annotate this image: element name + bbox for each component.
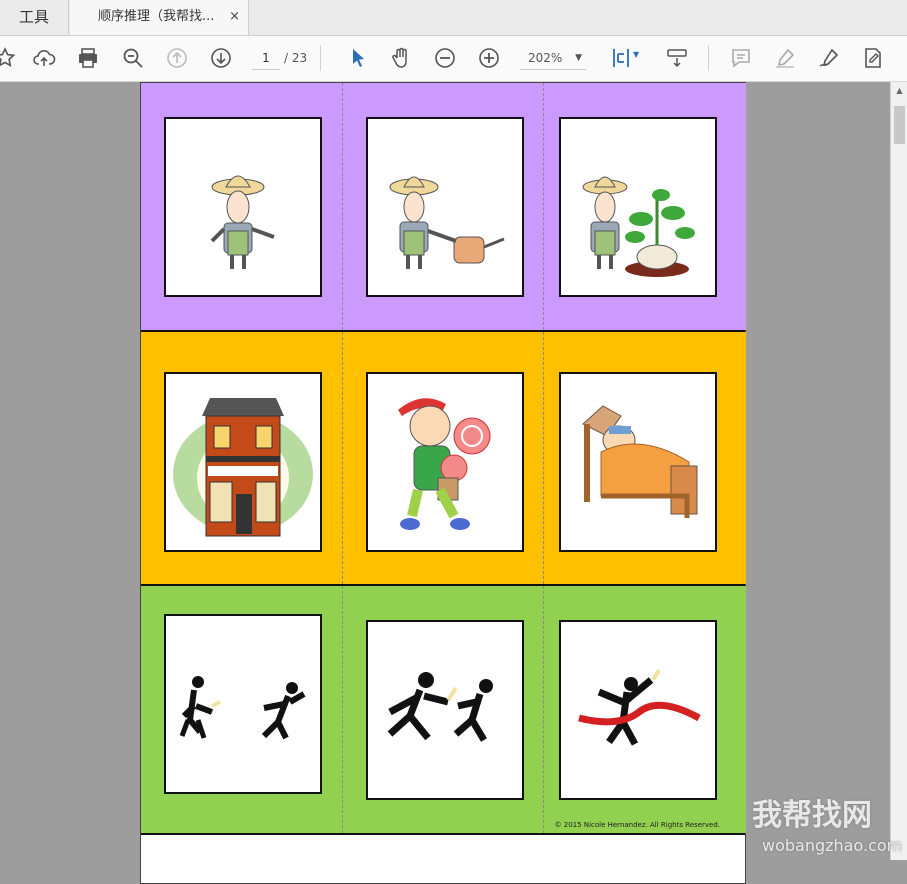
sequence-card-runners-start bbox=[164, 614, 322, 794]
sequence-card-candy-shop bbox=[164, 372, 322, 552]
farmer-plant-illustration bbox=[582, 176, 695, 277]
card-row-race: © 2015 Nicole Hernandez. All Rights Rese… bbox=[141, 586, 746, 835]
tab-document[interactable]: 顺序推理（我帮找... × bbox=[70, 0, 249, 35]
toolbar: 1 / 23 202% ▼ ▼ bbox=[0, 36, 907, 82]
page-count: / 23 bbox=[284, 51, 308, 65]
scroll-up-icon[interactable]: ▲ bbox=[891, 82, 907, 99]
next-page-icon[interactable] bbox=[208, 45, 234, 71]
candy-shop-illustration bbox=[173, 398, 313, 537]
cell bbox=[342, 83, 544, 330]
card-row-farmer bbox=[141, 83, 746, 332]
page-number-input[interactable]: 1 bbox=[252, 47, 280, 70]
sequence-card-sick-boy-in-bed bbox=[559, 372, 717, 552]
tab-tools[interactable]: 工具 bbox=[0, 0, 69, 35]
cell bbox=[543, 332, 746, 584]
bookmark-star-icon[interactable] bbox=[0, 45, 18, 71]
zoom-in-icon[interactable] bbox=[476, 45, 502, 71]
scrollbar-thumb[interactable] bbox=[894, 106, 905, 144]
zoom-value: 202% bbox=[528, 51, 563, 65]
cell: © 2015 Nicole Hernandez. All Rights Rese… bbox=[543, 586, 746, 833]
chevron-down-icon: ▼ bbox=[575, 53, 582, 63]
sick-boy-illustration bbox=[582, 405, 698, 518]
tab-bar: 工具 顺序推理（我帮找... × bbox=[0, 0, 907, 36]
farmer-standing-illustration bbox=[210, 175, 275, 269]
runners-baton-illustration bbox=[387, 672, 493, 742]
document-tab-title: 顺序推理（我帮找... bbox=[98, 9, 215, 24]
cell bbox=[342, 586, 544, 833]
scroll-mode-icon[interactable] bbox=[664, 45, 690, 71]
sequence-card-runners-baton bbox=[366, 620, 524, 800]
card-row-candy bbox=[141, 332, 746, 586]
tab-tools-label: 工具 bbox=[18, 8, 49, 26]
cell bbox=[543, 83, 746, 330]
pdf-page: © 2015 Nicole Hernandez. All Rights Rese… bbox=[140, 82, 746, 884]
copyright-text: © 2015 Nicole Hernandez. All Rights Rese… bbox=[554, 821, 720, 829]
runner-finish-illustration bbox=[578, 668, 701, 746]
print-icon[interactable] bbox=[75, 45, 101, 71]
toolbar-divider bbox=[320, 45, 321, 71]
close-tab-button[interactable]: × bbox=[229, 0, 240, 34]
cell bbox=[141, 332, 342, 584]
sequence-card-farmer-standing bbox=[164, 117, 322, 297]
sequence-card-runner-finish bbox=[559, 620, 717, 800]
hand-tool-icon[interactable] bbox=[388, 45, 414, 71]
sequence-card-farmer-plant-grown bbox=[559, 117, 717, 297]
vertical-scrollbar[interactable]: ▲ bbox=[890, 82, 907, 860]
watermark: 我帮找网 wobangzhao.com bbox=[752, 790, 907, 860]
zoom-select[interactable]: 202% ▼ bbox=[520, 47, 586, 70]
farmer-watering-illustration bbox=[389, 176, 505, 269]
sign-icon[interactable] bbox=[816, 45, 842, 71]
watermark-logo: 我帮找网 bbox=[752, 798, 872, 833]
select-cursor-icon[interactable] bbox=[345, 45, 371, 71]
fit-page-dropdown-icon[interactable]: ▼ bbox=[633, 50, 639, 59]
comment-icon[interactable] bbox=[728, 45, 754, 71]
previous-page-icon[interactable] bbox=[164, 45, 190, 71]
sequence-card-boy-with-lollipops bbox=[366, 372, 524, 552]
cell bbox=[141, 586, 342, 833]
watermark-site: wobangzhao.com bbox=[762, 836, 903, 855]
cell bbox=[342, 332, 544, 584]
zoom-out-icon[interactable] bbox=[432, 45, 458, 71]
toolbar-divider bbox=[708, 45, 709, 71]
fit-page-icon[interactable] bbox=[608, 45, 634, 71]
edit-pdf-icon[interactable] bbox=[860, 45, 886, 71]
search-zoom-icon[interactable] bbox=[120, 45, 146, 71]
cell bbox=[141, 83, 342, 330]
sequence-card-farmer-watering bbox=[366, 117, 524, 297]
boy-lollipops-illustration bbox=[398, 398, 491, 530]
highlight-icon[interactable] bbox=[772, 45, 798, 71]
upload-cloud-icon[interactable] bbox=[31, 45, 57, 71]
runners-start-illustration bbox=[179, 676, 306, 740]
